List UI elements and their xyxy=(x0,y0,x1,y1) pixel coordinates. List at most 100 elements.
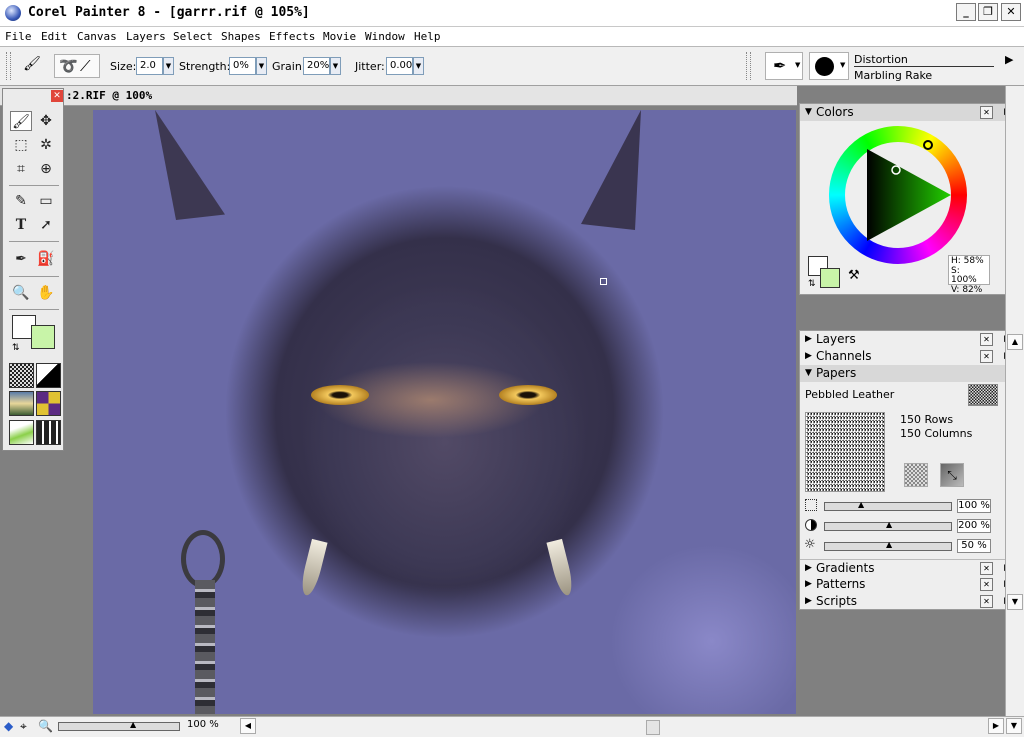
paper-contrast-value[interactable]: 200 % xyxy=(957,519,991,533)
panel-close-icon[interactable]: ✕ xyxy=(980,595,993,608)
menu-shapes[interactable]: Shapes xyxy=(221,30,261,43)
invert-paper-button[interactable] xyxy=(904,463,928,487)
panel-close-icon[interactable]: ✕ xyxy=(980,106,993,119)
brush-dab-icon xyxy=(815,57,834,76)
rectangle-shape-tool-button[interactable]: ▭ xyxy=(35,191,57,211)
stroke-type-buttons: ➰ ⟋ xyxy=(54,54,100,78)
papers-selector-button[interactable] xyxy=(9,363,34,388)
magnifier-tool-button[interactable]: 🔍 xyxy=(10,283,32,303)
make-paper-button[interactable]: ⤡ xyxy=(940,463,964,487)
nozzles-selector-button[interactable] xyxy=(9,420,34,445)
straight-line-stroke-icon[interactable]: ⟋ xyxy=(80,57,91,75)
freehand-stroke-icon[interactable]: ➰ xyxy=(59,57,78,75)
scroll-up-icon[interactable]: ▲ xyxy=(1007,334,1023,350)
size-field[interactable]: 2.0 xyxy=(136,57,163,75)
brush-tool-icon[interactable]: 🖌 xyxy=(22,56,42,76)
panel-close-icon[interactable]: ✕ xyxy=(980,350,993,363)
scroll-left-icon[interactable]: ◀ xyxy=(240,718,256,734)
text-tool-button[interactable]: T xyxy=(10,215,32,235)
grain-field[interactable]: 20% xyxy=(303,57,330,75)
magic-wand-tool-button[interactable]: ✲ xyxy=(35,135,57,155)
patterns-panel-header[interactable]: ▶ Patterns ✕ ▶ xyxy=(800,576,1019,593)
crop-tool-button[interactable]: ⌗ xyxy=(10,159,32,179)
paper-scale-value[interactable]: 100 % xyxy=(957,499,991,513)
paper-selector-dropdown[interactable] xyxy=(968,384,998,406)
jitter-field[interactable]: 0.00 xyxy=(386,57,413,75)
toolbar-grip[interactable] xyxy=(6,52,11,80)
colors-secondary-swatch[interactable] xyxy=(820,268,840,288)
strength-field[interactable]: 0% xyxy=(229,57,256,75)
brush-tool-button[interactable]: 🖌 xyxy=(10,111,32,131)
scroll-down-icon[interactable]: ▼ xyxy=(1007,594,1023,610)
drawing-mode-icon[interactable]: ◆ xyxy=(4,719,13,733)
patterns-selector-button[interactable] xyxy=(9,391,34,416)
paper-brightness-value[interactable]: 50 % xyxy=(957,539,991,553)
channels-panel-header[interactable]: ▶ Channels ✕ ▶ xyxy=(800,348,1019,365)
menu-movie[interactable]: Movie xyxy=(323,30,356,43)
brush-selector-menu-arrow-icon[interactable]: ▶ xyxy=(1005,53,1013,66)
paper-rows: 150 Rows xyxy=(900,413,954,426)
scroll-right-icon[interactable]: ▶ xyxy=(988,718,1004,734)
property-bar: 🖌 ➰ ⟋ Size: 2.0 ▼ Strength: 0% ▼ Grain: … xyxy=(0,47,1024,86)
slider-thumb-icon[interactable]: ▲ xyxy=(130,720,136,729)
scroll-down-corner-icon[interactable]: ▼ xyxy=(1006,718,1022,734)
grabber-hand-tool-button[interactable]: ✋ xyxy=(35,283,57,303)
patterns-panel-title: Patterns xyxy=(816,577,866,591)
vertical-scrollbar[interactable]: ▲ ▼ xyxy=(1005,86,1024,716)
swap-colors-icon[interactable]: ⇅ xyxy=(12,343,20,353)
slider-thumb-icon[interactable]: ▲ xyxy=(858,500,864,509)
looks-selector-button[interactable] xyxy=(36,420,61,445)
paper-scale-slider[interactable] xyxy=(824,502,952,511)
layers-panel-header[interactable]: ▶ Layers ✕ ▶ xyxy=(800,331,1019,348)
rectangular-selection-tool-button[interactable]: ⬚ xyxy=(10,135,32,155)
painting-canvas[interactable] xyxy=(93,110,796,714)
pen-tool-button[interactable]: ✎ xyxy=(10,191,32,211)
painted-chain xyxy=(195,580,215,714)
close-button[interactable]: ✕ xyxy=(1001,3,1021,21)
slider-thumb-icon[interactable]: ▲ xyxy=(886,520,892,529)
jitter-dropdown-icon[interactable]: ▼ xyxy=(413,57,424,75)
brush-category-selector[interactable]: ✒ ▼ xyxy=(765,52,803,80)
layer-adjuster-tool-button[interactable]: ✥ xyxy=(35,111,57,131)
clone-color-stamp-icon[interactable]: ⚒ xyxy=(848,268,860,283)
menu-effects[interactable]: Effects xyxy=(269,30,315,43)
toolbox-close-icon[interactable]: ✕ xyxy=(51,90,63,102)
grain-dropdown-icon[interactable]: ▼ xyxy=(330,57,341,75)
value-value: V: 82% xyxy=(951,284,983,295)
secondary-color-swatch[interactable] xyxy=(31,325,55,349)
swap-colors-icon[interactable]: ⇅ xyxy=(808,279,816,289)
horizontal-scroll-thumb[interactable] xyxy=(646,720,660,735)
brush-selector-grip[interactable] xyxy=(746,52,751,80)
menu-file[interactable]: File xyxy=(5,30,32,43)
zoom-icon[interactable]: 🔍 xyxy=(38,719,53,733)
gradients-selector-button[interactable] xyxy=(36,363,61,388)
brush-variant-selector[interactable]: ▼ xyxy=(809,52,849,80)
slider-thumb-icon[interactable]: ▲ xyxy=(886,540,892,549)
weaves-selector-button[interactable] xyxy=(36,391,61,416)
menu-canvas[interactable]: Canvas xyxy=(77,30,117,43)
maximize-button[interactable]: ❐ xyxy=(978,3,998,21)
color-wheel[interactable] xyxy=(827,124,969,266)
menu-layers[interactable]: Layers xyxy=(126,30,166,43)
shape-selection-tool-button[interactable]: ➚ xyxy=(35,215,57,235)
gradients-panel-header[interactable]: ▶ Gradients ✕ ▶ xyxy=(800,559,1019,577)
minimize-button[interactable]: _ xyxy=(956,3,976,21)
zoom-slider[interactable] xyxy=(58,722,180,731)
menu-window[interactable]: Window xyxy=(365,30,405,43)
colors-panel-header[interactable]: ▼ Colors ✕ ▶ xyxy=(800,104,1019,121)
strength-dropdown-icon[interactable]: ▼ xyxy=(256,57,267,75)
binoculars-icon[interactable]: ⌖ xyxy=(20,719,27,734)
dropper-tool-button[interactable]: ✒ xyxy=(10,249,32,269)
size-dropdown-icon[interactable]: ▼ xyxy=(163,57,174,75)
panel-close-icon[interactable]: ✕ xyxy=(980,578,993,591)
transform-tool-button[interactable]: ⊕ xyxy=(35,159,57,179)
paint-bucket-tool-button[interactable]: ⛽ xyxy=(35,249,57,269)
panel-close-icon[interactable]: ✕ xyxy=(980,333,993,346)
menu-select[interactable]: Select xyxy=(173,30,213,43)
painter-app-icon[interactable] xyxy=(5,5,21,21)
scripts-panel-header[interactable]: ▶ Scripts ✕ ▶ xyxy=(800,593,1019,610)
papers-panel-header[interactable]: ▼ Papers xyxy=(800,365,1019,382)
menu-edit[interactable]: Edit xyxy=(41,30,68,43)
menu-help[interactable]: Help xyxy=(414,30,441,43)
panel-close-icon[interactable]: ✕ xyxy=(980,562,993,575)
